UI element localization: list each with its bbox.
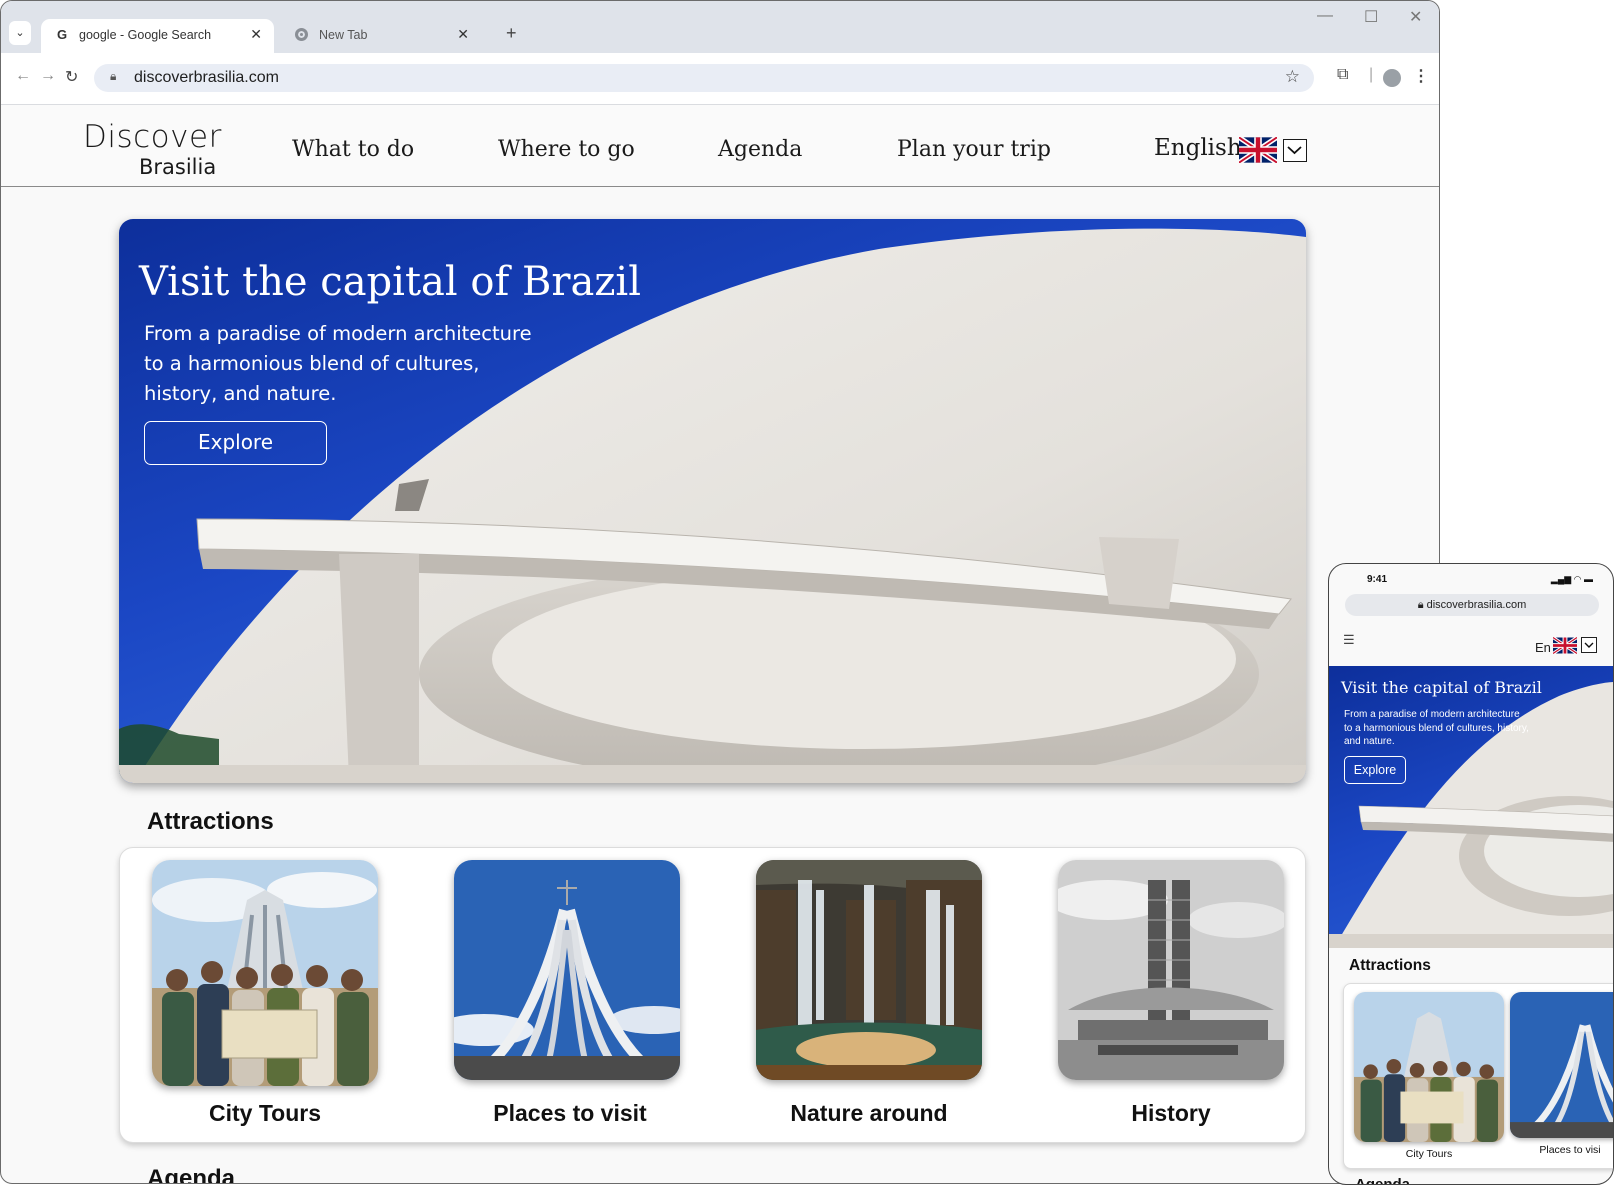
hero-banner: Visit the capital of Brazil From a parad… (119, 219, 1306, 783)
city-tours-image (1354, 992, 1504, 1142)
tab-strip: ⌄ G google - Google Search ✕ New Tab ✕ +… (1, 1, 1439, 53)
mobile-hero-title: Visit the capital of Brazil (1341, 678, 1542, 697)
mobile-hero-banner: Visit the capital of Brazil From a parad… (1329, 666, 1613, 948)
more-menu-icon[interactable]: ⋮ (1413, 66, 1429, 86)
places-to-visit-image (454, 860, 680, 1080)
mobile-attraction-label: Places to visi (1539, 1144, 1601, 1156)
mobile-preview: 9:41 ▂▄▆ ◠ ▬ 🔒︎ discoverbrasilia.com ☰ E… (1328, 563, 1614, 1185)
uk-flag-icon (1239, 137, 1277, 163)
places-to-visit-image (1510, 992, 1613, 1138)
attraction-label: City Tours (208, 1100, 322, 1126)
hero-subtitle: From a paradise of modern architecture t… (144, 322, 532, 405)
attraction-label: History (1131, 1100, 1211, 1126)
attractions-heading: Attractions (147, 808, 274, 835)
close-tab-icon[interactable]: ✕ (457, 26, 469, 43)
extensions-icon[interactable]: ⧉ (1337, 66, 1348, 84)
agenda-heading: Agenda (147, 1165, 236, 1184)
status-icons: ▂▄▆ ◠ ▬ (1550, 574, 1593, 584)
back-icon[interactable]: ← (15, 67, 31, 85)
toolbar-divider: | (1369, 66, 1374, 83)
language-label[interactable]: English (1154, 135, 1242, 161)
nav-agenda[interactable]: Agenda (718, 137, 802, 162)
chrome-icon (295, 28, 309, 42)
hamburger-menu-icon[interactable]: ☰ (1343, 632, 1355, 648)
chevron-down-icon (1584, 642, 1594, 648)
tab-title: New Tab (319, 28, 368, 42)
history-image (1058, 860, 1284, 1080)
explore-button[interactable]: Explore (144, 421, 327, 465)
logo-line2: Brasilia (139, 155, 217, 179)
close-window-icon[interactable]: ✕ (1409, 7, 1422, 27)
browser-window: ⌄ G google - Google Search ✕ New Tab ✕ +… (0, 0, 1440, 1184)
minimize-icon[interactable]: — (1317, 7, 1333, 25)
mobile-language-label[interactable]: En (1535, 640, 1551, 655)
maximize-icon[interactable]: ☐ (1364, 7, 1378, 27)
attractions-carousel: City Tours Places to visit Nature around… (119, 847, 1306, 1143)
mobile-language-dropdown[interactable] (1581, 637, 1597, 653)
mobile-agenda-heading: Agenda (1355, 1176, 1411, 1185)
forward-icon[interactable]: → (40, 67, 56, 85)
attraction-label: Places to visit (493, 1100, 647, 1126)
tab-new-tab[interactable]: New Tab ✕ (281, 19, 481, 53)
mobile-url-text: discoverbrasilia.com (1426, 599, 1527, 611)
tab-search-button[interactable]: ⌄ (9, 21, 31, 45)
status-time: 9:41 (1367, 574, 1388, 585)
bookmark-star-icon[interactable]: ☆ (1285, 67, 1300, 87)
mobile-explore-button[interactable]: Explore (1344, 756, 1406, 784)
url-text: discoverbrasilia.com (134, 69, 279, 86)
close-tab-icon[interactable]: ✕ (250, 26, 262, 43)
mobile-address-bar[interactable]: 🔒︎ discoverbrasilia.com (1345, 594, 1599, 616)
mobile-attractions-carousel: City Tours Places to visi (1343, 983, 1613, 1169)
nature-around-image (756, 860, 982, 1080)
site-header: Discover Brasilia What to do Where to go… (1, 105, 1439, 187)
mobile-attractions-heading: Attractions (1349, 957, 1431, 974)
uk-flag-icon (1553, 637, 1577, 654)
browser-toolbar: ← → ↻ 🔒︎ discoverbrasilia.com ☆ ⧉ | ⋮ (1, 53, 1439, 105)
nav-plan-your-trip[interactable]: Plan your trip (897, 137, 1051, 162)
reload-icon[interactable]: ↻ (65, 67, 78, 87)
chevron-down-icon (1287, 146, 1302, 155)
nav-where-to-go[interactable]: Where to go (498, 137, 635, 162)
address-bar[interactable]: 🔒︎ discoverbrasilia.com ☆ (94, 64, 1314, 92)
logo-line1: Discover (83, 119, 222, 155)
language-dropdown-button[interactable] (1283, 139, 1307, 162)
tab-title: google - Google Search (79, 28, 212, 42)
hero-title: Visit the capital of Brazil (139, 259, 642, 305)
google-g-icon: G (56, 27, 68, 42)
profile-avatar-icon[interactable] (1383, 69, 1401, 87)
mobile-attraction-label: City Tours (1405, 1148, 1453, 1160)
mobile-hero-subtitle: From a paradise of modern architecture t… (1344, 709, 1529, 747)
city-tours-image (152, 860, 378, 1086)
new-tab-button[interactable]: + (506, 23, 517, 44)
tab-google-search[interactable]: G google - Google Search ✕ (41, 19, 274, 53)
nav-what-to-do[interactable]: What to do (292, 137, 414, 162)
attraction-label: Nature around (790, 1100, 948, 1126)
lock-icon: 🔒︎ (110, 69, 117, 83)
